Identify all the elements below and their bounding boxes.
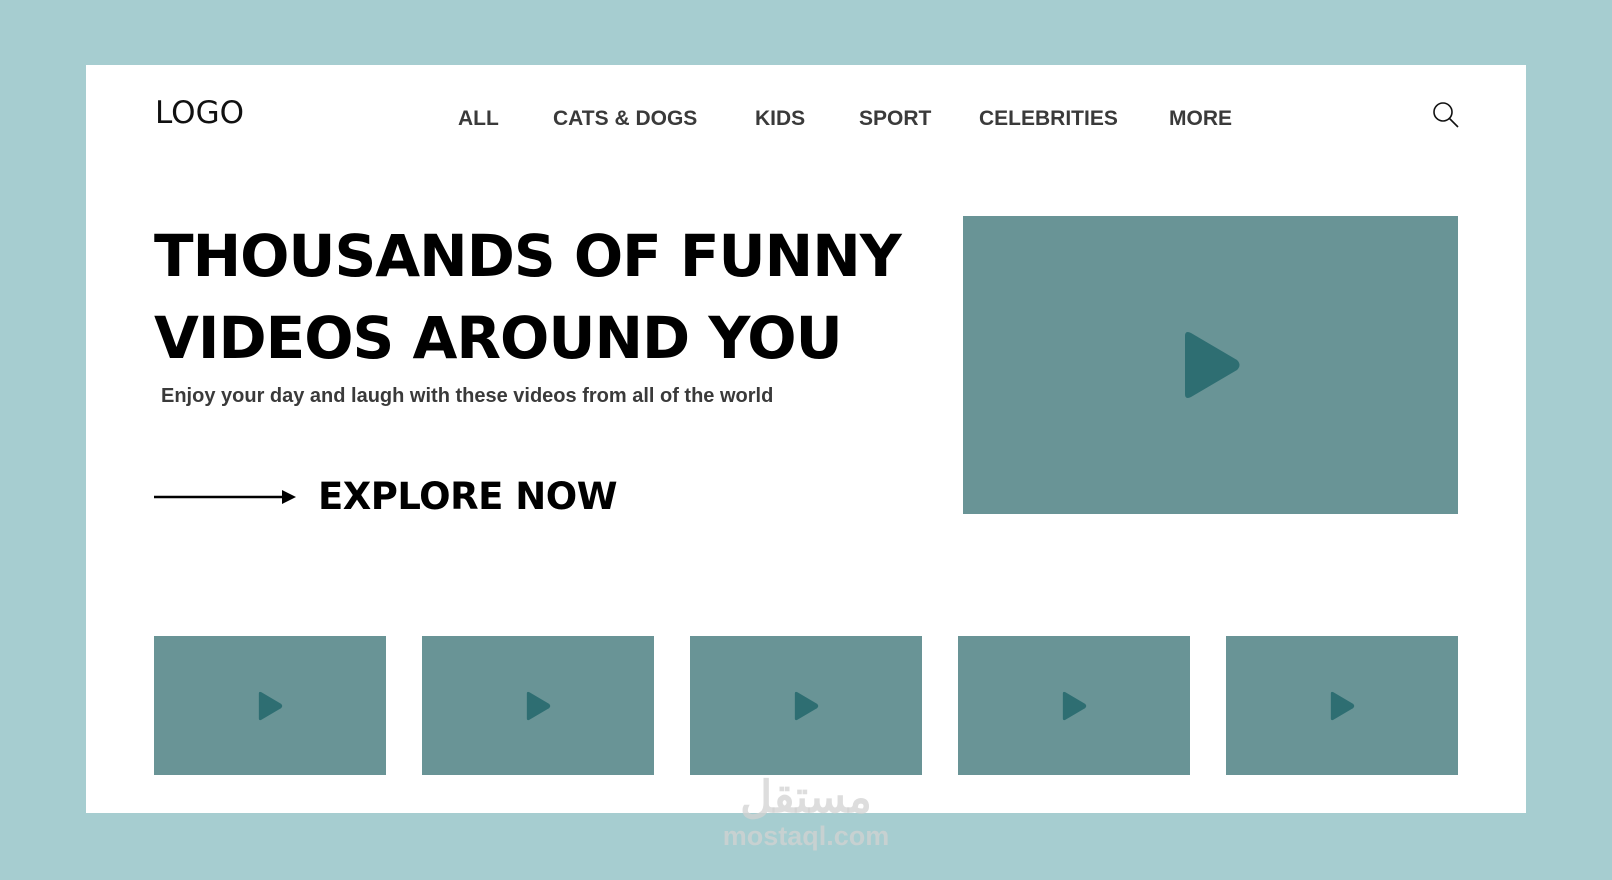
nav-more[interactable]: MORE — [1169, 107, 1232, 131]
nav-kids[interactable]: KIDS — [755, 107, 805, 131]
play-icon — [1330, 691, 1355, 720]
play-icon — [1184, 332, 1239, 398]
page-card: LOGO ALL CATS & DOGS KIDS SPORT CELEBRIT… — [86, 65, 1526, 813]
video-thumbnail[interactable] — [154, 636, 386, 775]
video-thumbnail[interactable] — [1226, 636, 1458, 775]
logo[interactable]: LOGO — [155, 95, 244, 131]
explore-now-label: EXPLORE NOW — [318, 475, 618, 518]
nav-celebrities[interactable]: CELEBRITIES — [979, 107, 1118, 131]
video-thumbnail[interactable] — [958, 636, 1190, 775]
video-thumbnail[interactable] — [422, 636, 654, 775]
play-icon — [526, 691, 551, 720]
arrow-right-icon — [154, 489, 296, 504]
nav-cats-dogs[interactable]: CATS & DOGS — [553, 107, 697, 131]
search-icon[interactable] — [1432, 101, 1460, 129]
nav-sport[interactable]: SPORT — [859, 107, 931, 131]
play-icon — [794, 691, 819, 720]
watermark: مستقل mostaql.com — [722, 773, 890, 852]
featured-video[interactable] — [963, 216, 1458, 514]
hero-title: THOUSANDS OF FUNNY VIDEOS AROUND YOU — [154, 222, 902, 372]
hero-subtitle: Enjoy your day and laugh with these vide… — [161, 385, 774, 407]
play-icon — [1062, 691, 1087, 720]
play-icon — [258, 691, 283, 720]
explore-now-button[interactable]: EXPLORE NOW — [154, 475, 618, 518]
nav-all[interactable]: ALL — [458, 107, 499, 131]
video-thumbnail[interactable] — [690, 636, 922, 775]
